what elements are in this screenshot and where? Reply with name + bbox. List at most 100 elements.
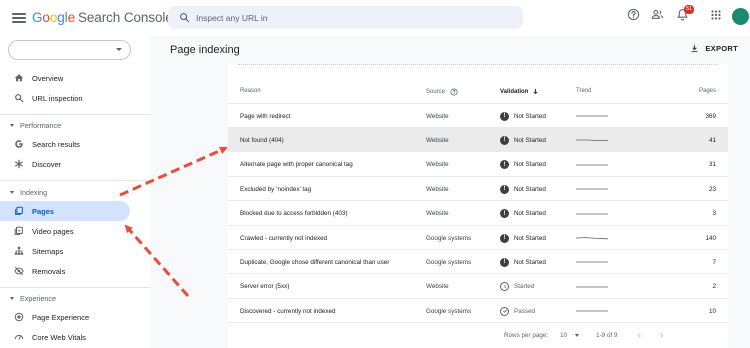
sidebar-item-pages[interactable]: Pages <box>0 201 130 221</box>
sidebar-item-sitemaps[interactable]: Sitemaps <box>0 241 130 261</box>
validation-status: Not Started <box>514 185 546 193</box>
row-pages-count: 41 <box>708 136 716 144</box>
rows-per-page-select[interactable]: 10 <box>560 332 580 339</box>
help-icon[interactable] <box>627 8 640 26</box>
table-row[interactable]: Alternate page with proper canonical tag… <box>228 153 728 177</box>
table-row[interactable]: Crawled - currently not indexed Google sy… <box>228 226 728 250</box>
section-header-indexing[interactable]: Indexing <box>10 188 47 197</box>
sidebar-item-label: Removals <box>32 266 66 276</box>
column-header-label: Source <box>426 89 446 95</box>
row-pages-count: 7 <box>712 258 716 266</box>
sidebar-item-label: Sitemaps <box>32 246 64 256</box>
sidebar-item-label: Discover <box>32 159 62 169</box>
sidebar-divider <box>0 114 150 115</box>
search-input[interactable] <box>196 12 496 23</box>
chevron-left-icon <box>637 333 641 338</box>
row-validation: ! Not Started <box>500 177 546 201</box>
export-button[interactable]: EXPORT <box>690 44 738 53</box>
logo-letter: o <box>42 10 50 25</box>
row-validation: Started <box>500 275 534 299</box>
row-trend-sparkline <box>576 299 608 323</box>
reasons-table-card: Reason Source Validation Trend Pages Pag… <box>228 64 728 348</box>
row-source: Website <box>426 185 449 193</box>
row-reason: Page with redirect <box>240 112 291 120</box>
url-inspection-search[interactable] <box>168 6 523 29</box>
validation-status: Not Started <box>514 234 546 242</box>
row-reason: Excluded by ‘noindex’ tag <box>240 185 312 193</box>
table-row[interactable]: Excluded by ‘noindex’ tag Website ! Not Sta… <box>228 177 728 202</box>
section-header-experience[interactable]: Experience <box>10 294 56 303</box>
collapse-triangle-icon <box>10 124 14 127</box>
validation-status: Not Started <box>514 112 546 120</box>
rows-per-page-value: 10 <box>560 332 568 339</box>
previous-page-button[interactable] <box>636 332 643 339</box>
row-trend-sparkline <box>576 202 608 226</box>
card-top-edge <box>238 64 718 66</box>
sidebar-item-removals[interactable]: Removals <box>0 261 130 281</box>
row-source: Google systems <box>426 234 472 242</box>
google-apps-icon[interactable] <box>710 8 722 26</box>
asterisk-icon <box>12 159 26 169</box>
notifications-bell-icon[interactable]: 51 <box>676 5 695 26</box>
table-row[interactable]: Duplicate, Google chose different canoni… <box>228 250 728 275</box>
menu-icon-bar <box>12 21 26 23</box>
row-pages-count: 3 <box>712 210 716 218</box>
row-pages-count: 23 <box>708 185 716 193</box>
table-row[interactable]: Server error (5xx) Website Started 2 <box>228 275 728 299</box>
exclamation-icon: ! <box>500 111 509 121</box>
next-page-button[interactable] <box>658 332 665 339</box>
sort-arrow-down-icon <box>532 88 539 95</box>
download-icon <box>690 44 699 53</box>
manage-users-icon[interactable] <box>651 8 664 26</box>
row-pages-count: 369 <box>705 112 716 120</box>
row-source: Website <box>426 161 449 169</box>
menu-icon-bar <box>12 17 26 19</box>
check-circle-icon <box>500 306 509 316</box>
menu-icon-bar <box>12 13 26 15</box>
table-row[interactable]: Discovered - currently not indexed Google… <box>228 299 728 324</box>
sidebar-item-page-experience[interactable]: Page Experience <box>0 307 130 327</box>
row-source: Website <box>426 136 449 144</box>
help-icon[interactable] <box>450 88 458 96</box>
validation-status: Not Started <box>514 161 546 169</box>
main-menu-button[interactable] <box>10 9 28 27</box>
row-reason: Duplicate, Google chose different canoni… <box>240 258 390 266</box>
account-avatar[interactable] <box>732 8 749 25</box>
sidebar-item-label: Page Experience <box>32 312 90 322</box>
clock-icon <box>500 282 509 292</box>
sidebar-item-discover[interactable]: Discover <box>0 154 130 174</box>
page-experience-icon <box>12 312 26 322</box>
sidebar-item-video-pages[interactable]: Video pages <box>0 221 130 241</box>
pagination-range: 1-9 of 9 <box>596 332 618 339</box>
sidebar-item-label: Video pages <box>32 226 74 236</box>
sidebar-item-overview[interactable]: Overview <box>0 68 130 88</box>
notification-count-badge: 51 <box>684 5 695 14</box>
table-row[interactable]: Blocked due to access forbidden (403) Web… <box>228 202 728 226</box>
validation-status: Passed <box>514 307 536 315</box>
sidebar-item-search-results[interactable]: Search results <box>0 134 130 154</box>
row-source: Website <box>426 210 449 218</box>
section-title: Experience <box>20 294 56 303</box>
sidebar-item-label: URL inspection <box>32 93 83 103</box>
table-row[interactable]: Page with redirect Website! Not Started 369 <box>228 104 728 128</box>
row-trend-sparkline <box>576 128 608 152</box>
row-reason: Crawled - currently not indexed <box>240 234 328 242</box>
row-source: Google systems <box>426 307 472 315</box>
row-reason: Alternate page with proper canonical tag <box>240 161 353 169</box>
section-header-performance[interactable]: Performance <box>10 121 61 130</box>
validation-status: Not Started <box>514 136 546 144</box>
row-validation: ! Not Started <box>500 128 546 152</box>
row-validation: ! Not Started <box>500 226 546 250</box>
column-header-validation[interactable]: Validation <box>500 88 539 95</box>
sidebar-item-core-web-vitals[interactable]: Core Web Vitals <box>0 327 130 347</box>
sidebar-item-label: Pages <box>32 206 55 216</box>
sidebar-item-url-inspection[interactable]: URL inspection <box>0 88 130 108</box>
table-row[interactable]: Not found (404) Website! Not Started 41 <box>228 128 728 153</box>
chevron-right-icon <box>660 333 664 338</box>
rows-per-page-label: Rows per page: <box>504 332 549 339</box>
video-pages-icon <box>12 226 26 236</box>
property-selector[interactable] <box>8 40 131 60</box>
row-source: Website <box>426 283 449 291</box>
search-console-logo[interactable]: Google Search Console <box>32 10 173 25</box>
export-label: EXPORT <box>705 44 738 53</box>
